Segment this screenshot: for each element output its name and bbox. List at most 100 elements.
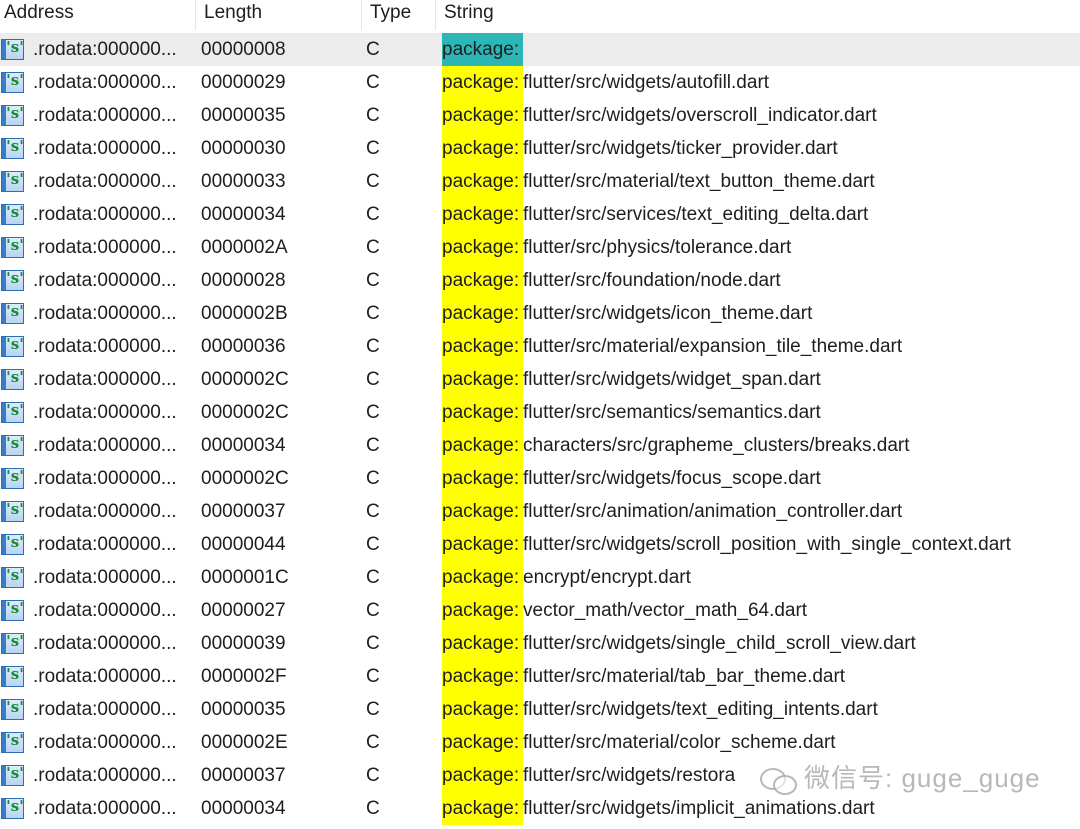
string-cell: package: flutter/src/widgets/icon_theme.d… [442,297,1072,330]
table-row[interactable]: 's' .rodata:000000... 00000037 Cpackage: flu… [0,495,1080,528]
address-cell: .rodata:000000... [33,39,177,60]
search-match-highlight: package: [442,726,523,759]
string-literal-icon: 's' [0,231,28,264]
string-remainder: flutter/src/services/text_editing_delta.… [523,204,869,225]
type-cell: C [366,204,380,225]
address-cell: .rodata:000000... [33,567,177,588]
type-cell: C [366,369,380,390]
length-cell: 00000035 [201,699,286,720]
table-row[interactable]: 's' .rodata:000000... 00000029 Cpackage: flu… [0,66,1080,99]
address-cell: .rodata:000000... [33,534,177,555]
length-cell: 0000002E [201,732,288,753]
address-cell: .rodata:000000... [33,765,177,786]
string-cell: package: flutter/src/widgets/focus_scope.… [442,462,1072,495]
table-row[interactable]: 's' .rodata:000000... 0000002A Cpackage: flu… [0,231,1080,264]
table-row[interactable]: 's' .rodata:000000... 0000002C Cpackage: flu… [0,363,1080,396]
type-cell: C [366,402,380,423]
string-literal-icon: 's' [0,528,28,561]
string-remainder: flutter/src/animation/animation_controll… [523,501,903,522]
table-row[interactable]: 's' .rodata:000000... 0000001C Cpackage: enc… [0,561,1080,594]
string-cell: package: vector_math/vector_math_64.dart [442,594,1072,627]
address-cell: .rodata:000000... [33,501,177,522]
table-row[interactable]: 's' .rodata:000000... 00000033 Cpackage: flu… [0,165,1080,198]
table-row[interactable]: 's' .rodata:000000... 00000027 Cpackage: vec… [0,594,1080,627]
string-cell: package: flutter/src/widgets/overscroll_i… [442,99,1072,132]
string-literal-icon: 's' [0,363,28,396]
search-match-highlight: package: [442,330,523,363]
table-row[interactable]: 's' .rodata:000000... 00000008 Cpackage: [0,33,1080,66]
string-cell: package: flutter/src/material/tab_bar_the… [442,660,1072,693]
string-remainder: flutter/src/widgets/focus_scope.dart [523,468,821,489]
address-cell: .rodata:000000... [33,732,177,753]
table-row[interactable]: 's' .rodata:000000... 00000035 Cpackage: flu… [0,693,1080,726]
search-match-highlight: package: [442,165,523,198]
search-match-highlight: package: [442,264,523,297]
type-cell: C [366,336,380,357]
string-cell: package: flutter/src/semantics/semantics.… [442,396,1072,429]
search-match-highlight: package: [442,33,523,66]
address-cell: .rodata:000000... [33,270,177,291]
string-literal-icon: 's' [0,759,28,792]
string-remainder: encrypt/encrypt.dart [523,567,691,588]
column-header-address[interactable]: Address [0,0,196,30]
string-cell: package: flutter/src/widgets/text_editing… [442,693,1072,726]
search-match-highlight: package: [442,792,523,825]
length-cell: 0000002A [201,237,288,258]
string-literal-icon: 's' [0,396,28,429]
wechat-icon [760,766,798,796]
string-literal-icon: 's' [0,297,28,330]
table-row[interactable]: 's' .rodata:000000... 00000035 Cpackage: flu… [0,99,1080,132]
search-match-highlight: package: [442,297,523,330]
table-row[interactable]: 's' .rodata:000000... 0000002E Cpackage: flu… [0,726,1080,759]
string-remainder: flutter/src/widgets/single_child_scroll_… [523,633,916,654]
string-remainder: flutter/src/widgets/ticker_provider.dart [523,138,838,159]
column-header-length[interactable]: Length [196,0,362,30]
table-row[interactable]: 's' .rodata:000000... 0000002B Cpackage: flu… [0,297,1080,330]
string-literal-icon: 's' [0,66,28,99]
length-cell: 0000002C [201,402,289,423]
string-cell: package: flutter/src/widgets/autofill.dar… [442,66,1072,99]
table-row[interactable]: 's' .rodata:000000... 00000034 Cpackage: flu… [0,198,1080,231]
table-row[interactable]: 's' .rodata:000000... 00000039 Cpackage: flu… [0,627,1080,660]
string-remainder: flutter/src/widgets/widget_span.dart [523,369,821,390]
table-row[interactable]: 's' .rodata:000000... 0000002C Cpackage: flu… [0,396,1080,429]
length-cell: 00000039 [201,633,286,654]
search-match-highlight: package: [442,99,523,132]
string-cell: package: flutter/src/widgets/scroll_posit… [442,528,1072,561]
column-header-type[interactable]: Type [362,0,436,30]
type-cell: C [366,39,380,60]
watermark: 微信号: guge_guge [760,758,1041,798]
watermark-text: 微信号: guge_guge [804,763,1041,793]
length-cell: 00000027 [201,600,286,621]
type-cell: C [366,435,380,456]
address-cell: .rodata:000000... [33,798,177,819]
string-cell: package: [442,33,1072,66]
table-header: Address Length Type String [0,0,1080,30]
table-row[interactable]: 's' .rodata:000000... 00000030 Cpackage: flu… [0,132,1080,165]
string-literal-icon: 's' [0,726,28,759]
column-header-string[interactable]: String [436,0,1080,30]
table-row[interactable]: 's' .rodata:000000... 00000044 Cpackage: flu… [0,528,1080,561]
search-match-highlight: package: [442,594,523,627]
length-cell: 00000034 [201,798,286,819]
string-cell: package: flutter/src/material/color_schem… [442,726,1072,759]
string-literal-icon: 's' [0,627,28,660]
table-row[interactable]: 's' .rodata:000000... 00000034 Cpackage: cha… [0,429,1080,462]
type-cell: C [366,270,380,291]
type-cell: C [366,468,380,489]
string-remainder: flutter/src/widgets/restora [523,765,736,786]
string-remainder: flutter/src/material/text_button_theme.d… [523,171,875,192]
table-row[interactable]: 's' .rodata:000000... 00000036 Cpackage: flu… [0,330,1080,363]
string-remainder: flutter/src/foundation/node.dart [523,270,781,291]
string-literal-icon: 's' [0,198,28,231]
table-row[interactable]: 's' .rodata:000000... 0000002F Cpackage: flu… [0,660,1080,693]
table-row[interactable]: 's' .rodata:000000... 0000002C Cpackage: flu… [0,462,1080,495]
search-match-highlight: package: [442,660,523,693]
string-remainder: flutter/src/material/expansion_tile_them… [523,336,903,357]
string-cell: package: flutter/src/widgets/widget_span.… [442,363,1072,396]
table-row[interactable]: 's' .rodata:000000... 00000028 Cpackage: flu… [0,264,1080,297]
strings-list: 's' .rodata:000000... 00000008 Cpackage:'s'… [0,33,1080,825]
search-match-highlight: package: [442,363,523,396]
type-cell: C [366,534,380,555]
type-cell: C [366,303,380,324]
